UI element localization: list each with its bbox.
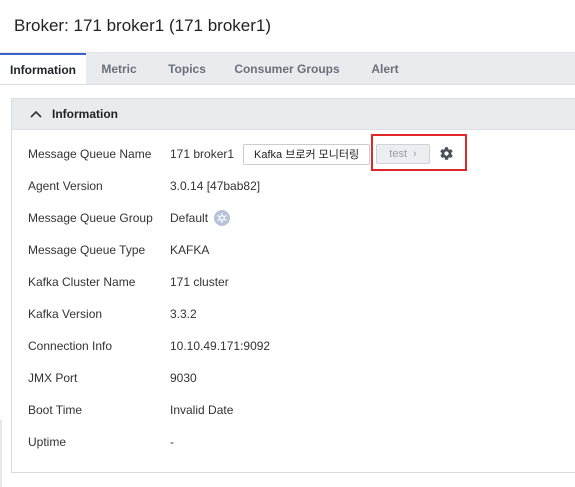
row-message-queue-group: Message Queue Group Default	[28, 208, 231, 228]
row-jmx-port: JMX Port 9030	[28, 368, 197, 388]
chevron-right-icon: ›	[413, 148, 417, 160]
row-connection-info: Connection Info 10.10.49.171:9092	[28, 336, 270, 356]
row-value: 3.3.2	[170, 307, 197, 321]
information-panel-header[interactable]: Information	[12, 99, 575, 130]
tab-metric[interactable]: Metric	[86, 53, 152, 84]
row-label: JMX Port	[28, 371, 78, 385]
row-value: KAFKA	[170, 243, 210, 257]
row-label: Message Queue Group	[28, 211, 153, 225]
test-button[interactable]: test ›	[376, 144, 430, 164]
row-value: 3.0.14 [47bab82]	[170, 179, 261, 193]
left-edge-line	[0, 420, 2, 487]
row-boot-time: Boot Time Invalid Date	[28, 400, 233, 420]
page-title: Broker: 171 broker1 (171 broker1)	[14, 16, 272, 35]
row-kafka-cluster-name: Kafka Cluster Name 171 cluster	[28, 272, 229, 292]
tab-alert[interactable]: Alert	[352, 53, 418, 84]
kafka-broker-monitoring-button[interactable]: Kafka 브로커 모니터링	[243, 143, 371, 165]
row-value: 171 cluster	[170, 275, 229, 289]
row-label: Boot Time	[28, 403, 83, 417]
page-header: Broker: 171 broker1 (171 broker1)	[0, 0, 575, 53]
row-value: Invalid Date	[170, 403, 234, 417]
test-button-label: test	[389, 148, 408, 160]
row-kafka-version: Kafka Version 3.3.2	[28, 304, 197, 324]
tab-information[interactable]: Information	[0, 53, 86, 84]
row-value-wrap: Default	[170, 210, 231, 226]
broker-detail-page: Broker: 171 broker1 (171 broker1) Inform…	[0, 0, 575, 487]
row-message-queue-name: Message Queue Name 171 broker1 Kafka 브로커…	[28, 143, 371, 165]
kubernetes-icon	[214, 210, 231, 226]
row-message-queue-type: Message Queue Type KAFKA	[28, 240, 209, 260]
tab-topics[interactable]: Topics	[152, 53, 222, 84]
row-label: Uptime	[28, 435, 67, 449]
row-value: 9030	[170, 371, 197, 385]
gear-icon[interactable]	[439, 146, 454, 161]
tab-bar: Information Metric Topics Consumer Group…	[0, 53, 575, 85]
row-label: Agent Version	[28, 179, 103, 193]
row-agent-version: Agent Version 3.0.14 [47bab82]	[28, 176, 260, 196]
row-value: 10.10.49.171:9092	[170, 339, 271, 353]
information-panel-title: Information	[52, 107, 118, 121]
row-label: Connection Info	[28, 339, 113, 353]
row-label: Message Queue Name	[28, 147, 152, 161]
row-uptime: Uptime -	[28, 432, 174, 452]
row-label: Kafka Cluster Name	[28, 275, 136, 289]
chevron-up-icon[interactable]	[29, 107, 43, 121]
row-label: Message Queue Type	[28, 243, 146, 257]
row-label: Kafka Version	[28, 307, 103, 321]
row-value: Default	[170, 211, 209, 225]
row-value: 171 broker1	[170, 147, 235, 161]
tab-consumer-groups[interactable]: Consumer Groups	[222, 53, 352, 84]
row-value-wrap: 171 broker1 Kafka 브로커 모니터링	[170, 143, 371, 165]
row-value: -	[170, 435, 174, 449]
